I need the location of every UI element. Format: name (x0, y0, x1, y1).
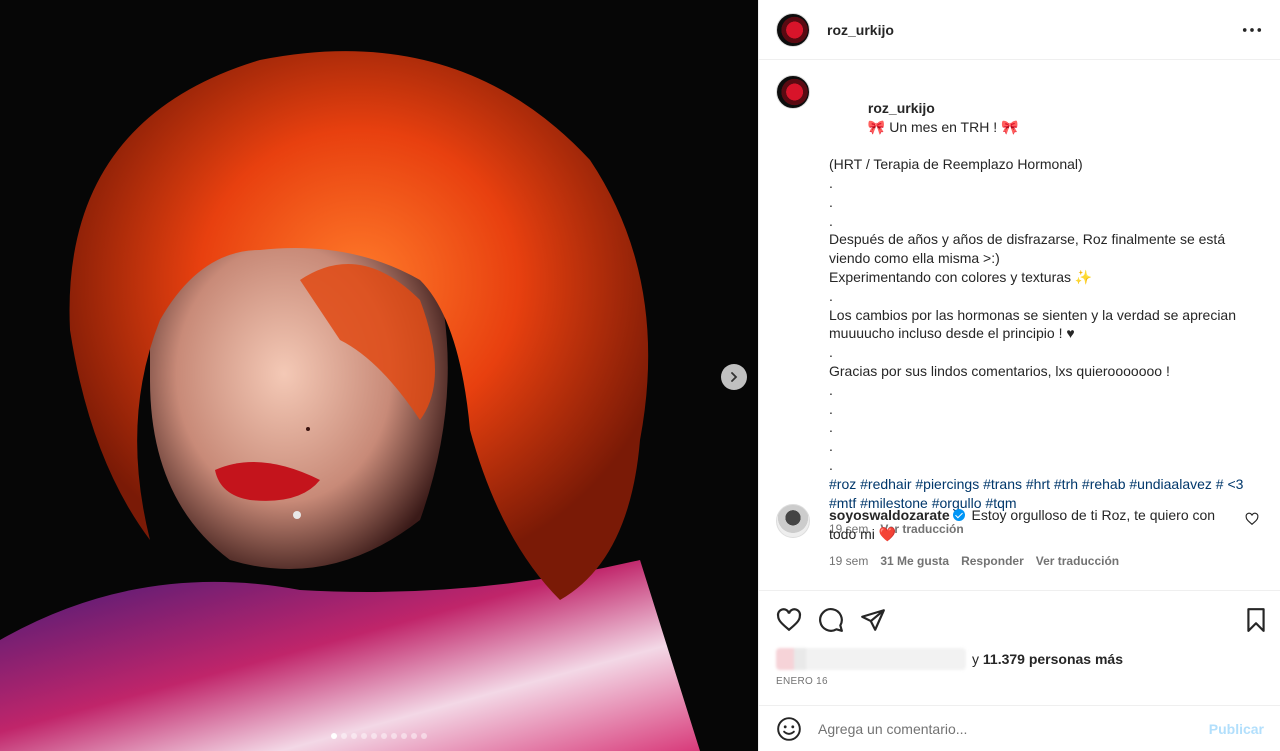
post-photo (0, 0, 758, 751)
caption-line: . (829, 456, 833, 473)
post-date[interactable]: ENERO 16 (776, 676, 828, 687)
caption-line: . (829, 438, 833, 455)
caption-line: . (829, 174, 833, 191)
post-media (0, 0, 758, 751)
avatar[interactable] (776, 12, 810, 47)
caption-line: Después de años y años de disfrazarse, R… (829, 231, 1229, 267)
caption-line: Experimentando con colores y texturas ✨ (829, 268, 1093, 285)
comments-section[interactable]: roz_urkijo 🎀 Un mes en TRH ! 🎀 (HRT / Te… (759, 61, 1280, 589)
caption-username[interactable]: roz_urkijo (868, 100, 935, 116)
caption-line: . (829, 212, 833, 229)
caption-line: . (829, 419, 833, 436)
comment-time[interactable]: 19 sem (829, 552, 868, 571)
avatar[interactable] (776, 504, 810, 538)
caption-line: (HRT / Terapia de Reemplazo Hormonal) (829, 156, 1083, 173)
more-icon (1242, 28, 1262, 32)
carousel-indicator (0, 733, 758, 739)
comment-input[interactable] (818, 720, 1188, 737)
next-slide-button[interactable] (721, 364, 747, 390)
add-comment-bar: Publicar (759, 705, 1280, 751)
carousel-dot (391, 733, 397, 739)
header-username[interactable]: roz_urkijo (827, 22, 894, 38)
carousel-dot (371, 733, 377, 739)
carousel-dot (381, 733, 387, 739)
caption-line: . (829, 400, 833, 417)
publish-button[interactable]: Publicar (1209, 721, 1264, 737)
carousel-dot (351, 733, 357, 739)
carousel-dot (411, 733, 417, 739)
post-actions (759, 590, 1280, 646)
reply-button[interactable]: Responder (961, 552, 1024, 571)
emoji-icon[interactable] (776, 716, 802, 742)
caption-line: . (829, 381, 833, 398)
verified-icon (952, 509, 965, 521)
more-options-button[interactable] (1241, 20, 1263, 40)
translate-comment-link[interactable]: Ver traducción (1036, 552, 1119, 571)
caption-line: . (829, 287, 833, 304)
avatar[interactable] (776, 75, 810, 109)
next-arrow-icon (731, 372, 738, 382)
caption-line: Los cambios por las hormonas se sienten … (829, 306, 1240, 342)
carousel-dot (421, 733, 427, 739)
caption-line: Gracias por sus lindos comentarios, lxs … (829, 362, 1170, 379)
comment-username[interactable]: soyoswaldozarate (829, 507, 950, 523)
carousel-dot (341, 733, 347, 739)
likes-count[interactable]: 11.379 personas más (983, 651, 1123, 667)
likes-prefix: y (972, 651, 979, 667)
post-panel: roz_urkijo roz_urkijo 🎀 Un mes en TRH ! … (758, 0, 1280, 751)
caption-line: . (829, 193, 833, 210)
comment-icon[interactable] (818, 607, 844, 633)
heart-icon[interactable] (1245, 512, 1259, 526)
liked-by-blurred (776, 648, 966, 670)
comment-likes[interactable]: 31 Me gusta (880, 552, 949, 571)
carousel-dot (361, 733, 367, 739)
bookmark-icon[interactable] (1243, 607, 1269, 633)
likes-summary[interactable]: y 11.379 personas más (776, 648, 1123, 670)
heart-icon[interactable] (776, 607, 802, 633)
share-icon[interactable] (860, 607, 886, 633)
carousel-dot (401, 733, 407, 739)
caption-first-line: 🎀 Un mes en TRH ! 🎀 (867, 118, 1019, 135)
carousel-dot (331, 733, 337, 739)
caption-line: . (829, 344, 833, 361)
post-header: roz_urkijo (759, 0, 1280, 60)
